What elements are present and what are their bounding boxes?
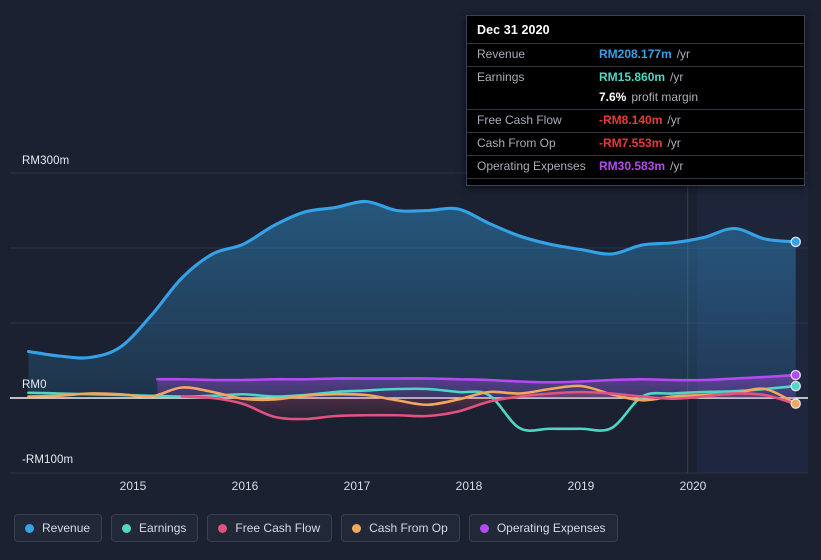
tooltip-row-profit-margin: x 7.6% profit margin (467, 89, 804, 109)
tooltip-value-earnings: RM15.860m (599, 70, 666, 84)
x-axis-label-2019: 2019 (567, 479, 595, 493)
tooltip-date: Dec 31 2020 (477, 23, 550, 37)
legend-dot-revenue-icon (25, 523, 34, 533)
y-axis-label-300: RM300m (22, 155, 70, 167)
legend-dot-earnings-icon (122, 523, 132, 533)
legend-label-earnings: Earnings (139, 521, 187, 535)
legend-label-operating-expenses: Operating Expenses (496, 521, 606, 535)
x-axis-label-2016: 2016 (231, 479, 259, 493)
y-axis-label-neg100: -RM100m (22, 454, 74, 466)
tooltip-unit-cash-from-op: /yr (667, 136, 681, 150)
tooltip-unit-free-cash-flow: /yr (667, 113, 681, 127)
tooltip-value-revenue: RM208.177m (599, 47, 672, 61)
tooltip-unit-earnings: /yr (670, 70, 684, 84)
tooltip-label-revenue: Revenue (477, 47, 526, 61)
chart-tooltip: Dec 31 2020 Revenue RM208.177m /yr Earni… (466, 15, 805, 186)
tooltip-row-free-cash-flow: Free Cash Flow -RM8.140m /yr (467, 109, 804, 132)
legend-item-earnings[interactable]: Earnings (111, 514, 199, 542)
legend-item-revenue[interactable]: Revenue (14, 514, 103, 542)
tooltip-value-free-cash-flow: -RM8.140m (599, 113, 663, 127)
tooltip-value-profit-margin: 7.6% (599, 90, 627, 104)
x-axis-label-2017: 2017 (343, 479, 371, 493)
tooltip-label-earnings: Earnings (477, 70, 525, 84)
tooltip-row-earnings: Earnings RM15.860m /yr (467, 66, 804, 89)
tooltip-footer-divider (467, 178, 804, 185)
x-axis-label-2018: 2018 (455, 479, 483, 493)
tooltip-row-revenue: Revenue RM208.177m /yr (467, 43, 804, 66)
tooltip-label-free-cash-flow: Free Cash Flow (477, 113, 562, 127)
legend-dot-operating-expenses-icon (479, 523, 489, 533)
legend-dot-free-cash-flow-icon (218, 523, 228, 533)
legend-dot-cash-from-op-icon (352, 523, 362, 533)
legend-item-operating-expenses[interactable]: Operating Expenses (468, 514, 618, 542)
tooltip-value-cash-from-op: -RM7.553m (599, 136, 663, 150)
tooltip-unit-revenue: /yr (676, 47, 691, 61)
legend-label-revenue: Revenue (42, 521, 91, 535)
x-axis-label-2020: 2020 (679, 479, 707, 493)
legend-label-free-cash-flow: Free Cash Flow (235, 521, 321, 535)
tooltip-label-profit-margin: profit margin (631, 90, 699, 104)
tooltip-value-operating-expenses: RM30.583m (599, 159, 666, 173)
x-axis-label-2015: 2015 (119, 479, 147, 493)
tooltip-unit-operating-expenses: /yr (670, 159, 684, 173)
tooltip-label-operating-expenses: Operating Expenses (477, 159, 586, 173)
y-axis-label-0: RM0 (22, 379, 47, 391)
legend-item-free-cash-flow[interactable]: Free Cash Flow (207, 514, 333, 542)
legend-label-cash-from-op: Cash From Op (369, 521, 448, 535)
chart-legend: Revenue Earnings Free Cash Flow Cash Fro… (14, 514, 618, 542)
legend-item-cash-from-op[interactable]: Cash From Op (341, 514, 460, 542)
tooltip-row-cash-from-op: Cash From Op -RM7.553m /yr (467, 132, 804, 155)
financial-chart-widget: RM300m RM0 -RM100m 2015 2016 2017 2018 2… (0, 0, 821, 560)
tooltip-label-cash-from-op: Cash From Op (477, 136, 556, 150)
tooltip-row-operating-expenses: Operating Expenses RM30.583m /yr (467, 155, 804, 178)
